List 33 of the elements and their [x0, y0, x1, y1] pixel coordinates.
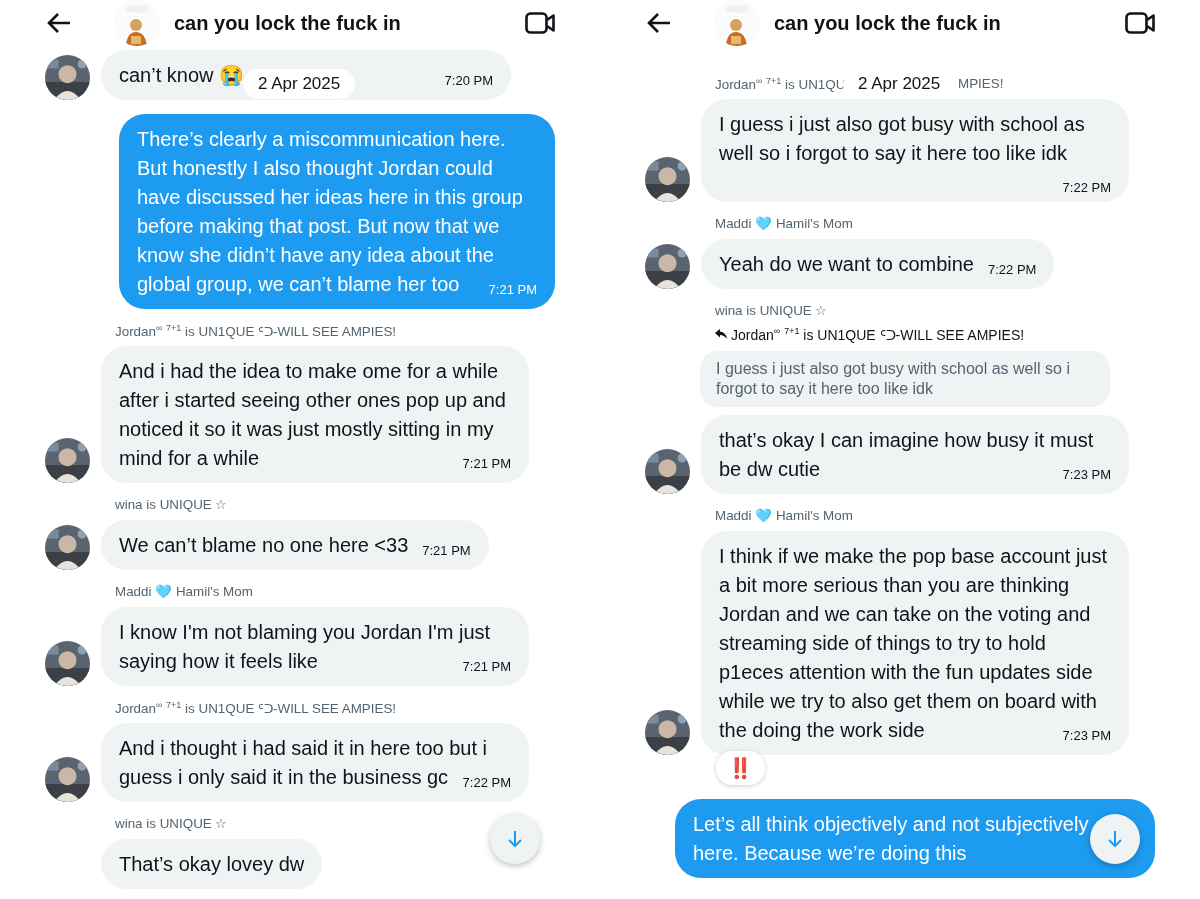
scroll-down-button[interactable] [490, 814, 540, 864]
message-bubble[interactable]: I guess i just also got busy with school as well so i forgot to say it here too like idk 7:22 PM [701, 99, 1129, 202]
sender-name: Maddi 🩵 Hamil's Mom [715, 507, 853, 523]
back-arrow-icon[interactable] [46, 12, 72, 34]
sender-name: MPIES! [958, 76, 1004, 91]
sender-name: Jordan$^{∞}$ $^{7+1}$ is UN1QUE ᑦᑐ-WILL SEE AMPIES! [115, 701, 397, 717]
back-arrow-icon[interactable] [646, 12, 672, 34]
message-bubble[interactable]: Yeah do we want to combine 7:22 PM [701, 239, 1055, 289]
sender-name: Jordan$^{∞}$ $^{7+1}$ is UN1QU [715, 77, 846, 93]
chat-title: can you lock the fuck in [174, 11, 402, 35]
video-camera-icon[interactable] [525, 12, 555, 34]
sender-name: Maddi 🩵 Hamil's Mom [715, 216, 853, 231]
quoted-message[interactable]: I guess i just also got busy with school as well so i forgot to say it here too like idk [700, 350, 1110, 407]
chat-title: can you lock the fuck in [774, 11, 1002, 35]
message-bubble[interactable]: And i had the idea to make ome for a while after i started seeing other ones pop up and noticed it so it was just mostly sitting in my mind for a while 7:21 PM [101, 346, 529, 483]
message-bubble[interactable]: that’s okay I can imagine how busy it must be dw cutie 7:23 PM [701, 414, 1129, 494]
message-bubble[interactable]: We can’t blame no one here <33 7:21 PM [101, 520, 489, 570]
video-camera-icon[interactable] [1125, 12, 1155, 34]
reaction-badge[interactable]: ‼ [716, 750, 765, 785]
reply-icon [715, 329, 727, 340]
message-bubble[interactable]: That’s okay lovey dw [101, 839, 323, 889]
sender-name: Jordan$^{∞}$ $^{7+1}$ is UN1QUE ᑦᑐ-WILL SEE AMPIES! [115, 324, 397, 340]
sender-name: wina is UNIQUE ☆ [715, 303, 828, 318]
sender-name: wina is UNIQUE ☆ [115, 497, 228, 512]
message-bubble[interactable]: And i thought i had said it in here too but i guess i only said it in the business gc 7:22 PM [101, 723, 529, 802]
message-bubble[interactable]: I know I'm not blaming you Jordan I'm just saying how it feels like 7:21 PM [101, 607, 529, 686]
sender-name: Maddi 🩵 Hamil's Mom [115, 584, 253, 599]
reply-label: Jordan$^{∞}$ $^{7+1}$ is UN1QUE ᑦᑐ-WILL SEE AMPIES! [731, 326, 1025, 343]
date-pill: 2 Apr 2025 [243, 69, 356, 99]
down-arrow-icon [507, 830, 523, 848]
down-arrow-icon [1107, 830, 1123, 848]
message-bubble[interactable]: I think if we make the pop base account just a bit more serious than you are thinking Jordan and we can take on the voting and streaming side of things to try to hold p1eces attention with the fun updates side while we try to also get them on board with the doing the work side 7:23 PM [701, 530, 1129, 755]
sender-name: wina is UNIQUE ☆ [115, 816, 228, 831]
